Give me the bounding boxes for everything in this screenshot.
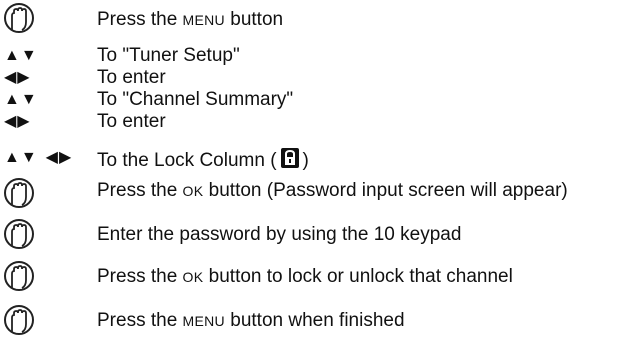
step-row: ◀▶ To enter [0, 111, 636, 133]
step-text: Press the Menu button [97, 9, 284, 30]
step-row: Press the Ok button (Password input scre… [0, 177, 636, 217]
step-row: Enter the password by using the 10 keypa… [0, 218, 636, 258]
lock-icon [280, 147, 300, 175]
step-text: To the Lock Column () [97, 147, 309, 175]
menu-key-label: Menu [182, 12, 225, 28]
up-down-arrows-icon: ▲▼ [4, 91, 38, 108]
step-text: To enter [97, 111, 166, 132]
step-row: ◀▶ To enter [0, 67, 636, 89]
press-hand-icon [2, 218, 36, 257]
step-text: Press the Menu button when finished [97, 310, 405, 331]
step-row: Press the Ok button to lock or unlock th… [0, 260, 636, 300]
press-hand-icon [2, 177, 36, 216]
step-text: Press the Ok button to lock or unlock th… [97, 266, 513, 287]
left-right-arrows-icon: ◀▶ [4, 113, 31, 130]
step-text: Press the Ok button (Password input scre… [97, 180, 568, 201]
step-text: Enter the password by using the 10 keypa… [97, 224, 462, 245]
step-row: ▲▼ To "Channel Summary" [0, 89, 636, 111]
ok-key-label: Ok [182, 183, 204, 199]
ok-key-label: Ok [182, 269, 204, 285]
step-row: ▲▼ To "Tuner Setup" [0, 45, 636, 67]
all-arrows-icon: ▲▼ ◀▶ [4, 149, 73, 166]
step-text: To enter [97, 67, 166, 88]
step-row: Press the Menu button when finished [0, 302, 636, 346]
instructions-page: { "steps": [ {"icon": "press-hand-icon",… [0, 0, 636, 346]
press-hand-icon [2, 2, 36, 41]
menu-key-label: Menu [182, 313, 225, 329]
step-row: Press the Menu button [0, 0, 636, 40]
up-down-arrows-icon: ▲▼ [4, 47, 38, 64]
step-text: To "Channel Summary" [97, 89, 294, 110]
step-row: ▲▼ ◀▶ To the Lock Column () [0, 143, 636, 171]
press-hand-icon [2, 260, 36, 299]
press-hand-icon [2, 304, 36, 343]
step-text: To "Tuner Setup" [97, 45, 240, 66]
left-right-arrows-icon: ◀▶ [4, 69, 31, 86]
